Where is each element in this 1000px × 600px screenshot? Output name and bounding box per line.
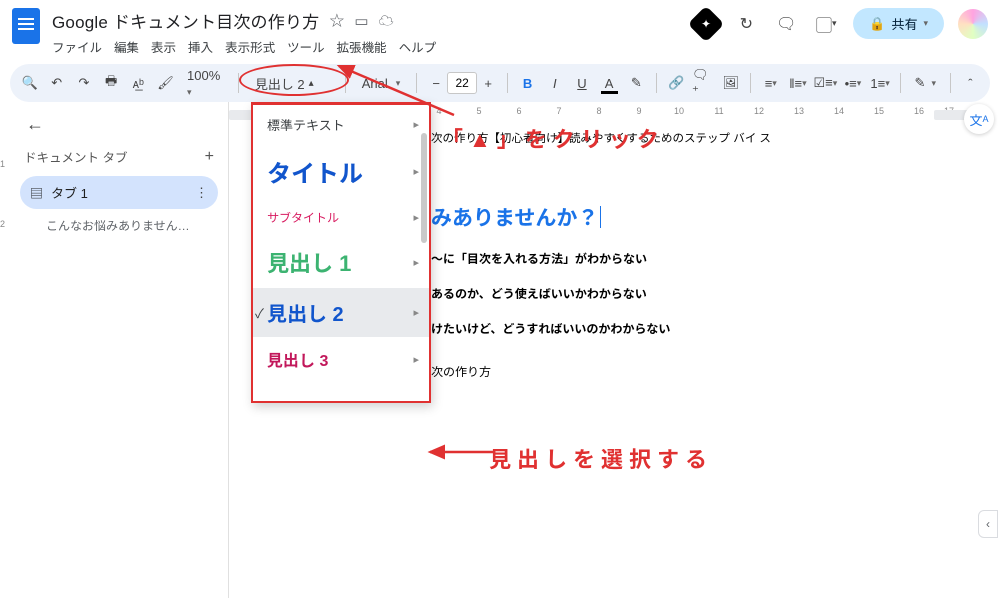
font-size-input[interactable]	[447, 72, 477, 94]
insert-link-button[interactable]: 🔗	[665, 70, 688, 96]
menu-format[interactable]: 表示形式	[225, 37, 275, 56]
chevron-right-icon: ▸	[413, 353, 419, 366]
docs-app-icon[interactable]	[12, 8, 40, 44]
star-icon[interactable]: ☆	[329, 10, 344, 31]
document-title[interactable]: Google ドキュメント目次の作り方	[52, 8, 319, 33]
toolbar: 🔍 ↶ ↷ 🖶 ᴀ̲ᵇ 🖌 100% ▾ 見出し 2 ▴ Arial▾ − + …	[10, 64, 990, 102]
doc-line: けたいけど、どうすればいいのかわからない	[431, 320, 970, 337]
italic-button[interactable]: I	[543, 70, 566, 96]
zoom-select[interactable]: 100% ▾	[181, 68, 230, 98]
sidebar-back-button[interactable]: ←	[20, 110, 218, 145]
paragraph-style-dropdown: 標準テキスト▸ タイトル▸ サブタイトル▸ 見出し 1▸ ✓ 見出し 2▸ 見出…	[251, 102, 431, 403]
text-cursor	[600, 206, 601, 228]
style-option-h3[interactable]: 見出し 3 ▸	[253, 337, 429, 381]
left-sidebar: ← ドキュメント タブ + ▤ タブ 1 ⋮ こんなお悩みありません…	[14, 102, 229, 598]
menu-help[interactable]: ヘルプ	[399, 37, 437, 56]
doc-line: 次の作り方	[431, 363, 970, 380]
doc-line: 次の作り方【初心者向け】読みやすくするためのステップ バイ ス	[431, 130, 970, 146]
chevron-right-icon: ▸	[413, 306, 419, 319]
chevron-down-icon: ▴	[309, 78, 314, 89]
editing-mode-button[interactable]: ✎ ▾	[909, 75, 942, 91]
numbered-list-button[interactable]: 1≡▾	[868, 70, 891, 96]
doc-heading-2[interactable]: みありませんか？	[431, 202, 970, 232]
history-icon[interactable]: ↻	[733, 11, 759, 37]
comments-icon[interactable]: 🗨	[773, 11, 799, 37]
lock-icon: 🔒	[869, 16, 885, 32]
search-icon[interactable]: 🔍	[18, 70, 41, 96]
style-option-h1[interactable]: 見出し 1 ▸	[253, 236, 429, 288]
document-canvas[interactable]: 45 67 89 1011 1213 1415 1617 18 文A 標準テキス…	[229, 102, 1000, 598]
style-option-label: タイトル	[267, 154, 363, 189]
bold-button[interactable]: B	[516, 70, 539, 96]
text-color-button[interactable]: A	[598, 70, 621, 96]
style-option-label: 見出し 1	[267, 246, 351, 278]
menu-bar: ファイル 編集 表示 挿入 表示形式 ツール 拡張機能 ヘルプ	[52, 37, 693, 56]
insert-comment-button[interactable]: 🗨⁺	[692, 70, 715, 96]
bulleted-list-button[interactable]: •≡▾	[841, 70, 864, 96]
document-body[interactable]: 次の作り方【初心者向け】読みやすくするためのステップ バイ ス みありませんか？…	[431, 130, 970, 380]
share-label: 共有	[891, 14, 917, 33]
menu-insert[interactable]: 挿入	[188, 37, 213, 56]
highlight-button[interactable]: ✎	[625, 70, 648, 96]
side-panel-toggle[interactable]: ‹	[978, 510, 998, 538]
paragraph-style-value: 見出し 2	[255, 74, 305, 93]
style-option-normal[interactable]: 標準テキスト ▸	[253, 105, 429, 144]
menu-view[interactable]: 表示	[151, 37, 176, 56]
style-option-subtitle[interactable]: サブタイトル ▸	[253, 199, 429, 236]
style-option-label: 標準テキスト	[267, 115, 345, 134]
tab-label: タブ 1	[51, 183, 88, 202]
account-avatar[interactable]	[958, 9, 988, 39]
menu-file[interactable]: ファイル	[52, 37, 102, 56]
dropdown-scrollbar[interactable]	[421, 133, 427, 393]
style-option-label: サブタイトル	[267, 209, 339, 226]
add-tab-button[interactable]: +	[205, 148, 214, 166]
outline-item[interactable]: こんなお悩みありません…	[20, 209, 218, 242]
sidebar-heading: ドキュメント タブ	[24, 147, 127, 166]
paint-format-icon[interactable]: 🖌	[154, 70, 177, 96]
move-icon[interactable]: ▭	[354, 12, 368, 30]
font-size-stepper[interactable]: − +	[425, 72, 499, 94]
insert-image-button[interactable]: 🖼	[719, 70, 742, 96]
chevron-right-icon: ▸	[413, 211, 419, 224]
print-icon[interactable]: 🖶	[100, 70, 123, 96]
document-tab[interactable]: ▤ タブ 1 ⋮	[20, 176, 218, 209]
tab-icon: ▤	[30, 183, 43, 202]
chevron-right-icon: ▸	[413, 256, 419, 269]
menu-edit[interactable]: 編集	[114, 37, 139, 56]
checklist-button[interactable]: ☑≡▾	[814, 70, 838, 96]
style-option-label: 見出し 3	[267, 347, 328, 371]
style-option-h2[interactable]: ✓ 見出し 2▸	[253, 288, 429, 337]
chevron-right-icon: ▸	[413, 165, 419, 178]
doc-line: あるのか、どう使えばいいかわからない	[431, 285, 970, 302]
tab-more-icon[interactable]: ⋮	[195, 185, 208, 201]
gemini-icon[interactable]: ✦	[688, 5, 725, 42]
cloud-status-icon[interactable]: ☁	[379, 10, 394, 31]
align-button[interactable]: ≡▾	[759, 70, 782, 96]
doc-line: ～に「目次を入れる方法」がわからない	[431, 250, 970, 267]
annotation-arrow-2	[424, 422, 504, 462]
line-spacing-button[interactable]: ‖≡▾	[786, 70, 809, 96]
collapse-toolbar-button[interactable]: ˆ	[959, 70, 982, 96]
vertical-ruler: 1 2	[0, 124, 14, 598]
style-option-more[interactable]	[253, 381, 429, 401]
font-select[interactable]: Arial▾	[354, 76, 409, 91]
style-option-label: 見出し 2	[267, 298, 344, 327]
chevron-right-icon: ▸	[413, 118, 419, 131]
increase-size-button[interactable]: +	[477, 76, 499, 91]
chevron-down-icon: ▾	[923, 18, 928, 29]
meet-icon[interactable]: ▢▾	[813, 11, 839, 37]
style-option-title[interactable]: タイトル ▸	[253, 144, 429, 199]
menu-tools[interactable]: ツール	[287, 37, 325, 56]
redo-icon[interactable]: ↷	[72, 70, 95, 96]
undo-icon[interactable]: ↶	[45, 70, 68, 96]
spellcheck-icon[interactable]: ᴀ̲ᵇ	[127, 70, 150, 96]
decrease-size-button[interactable]: −	[425, 76, 447, 91]
menu-ext[interactable]: 拡張機能	[337, 37, 387, 56]
paragraph-style-select[interactable]: 見出し 2 ▴	[247, 70, 337, 96]
underline-button[interactable]: U	[570, 70, 593, 96]
annotation-text-2: 見出しを選択する	[489, 442, 713, 474]
share-button[interactable]: 🔒 共有 ▾	[853, 8, 944, 39]
title-bar: Google ドキュメント目次の作り方 ☆ ▭ ☁ ファイル 編集 表示 挿入 …	[0, 0, 1000, 58]
